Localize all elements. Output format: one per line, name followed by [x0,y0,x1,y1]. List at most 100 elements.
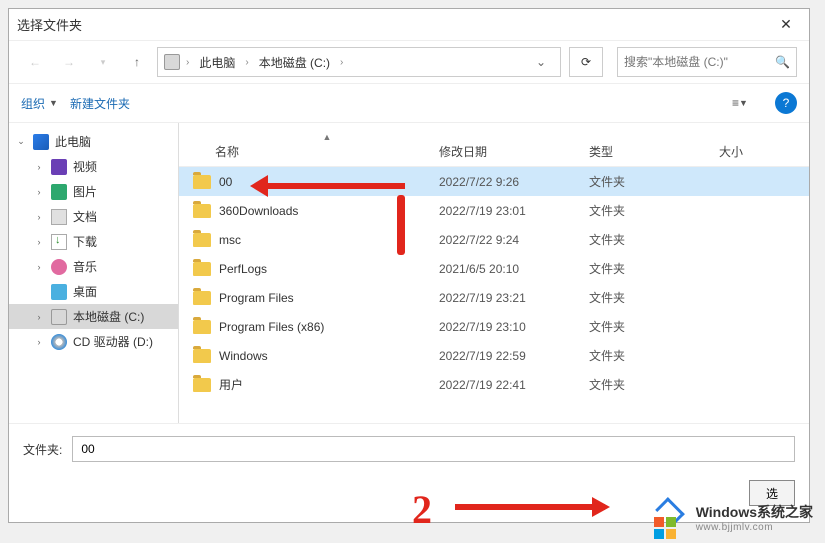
file-row[interactable]: 用户 2022/7/19 22:41 文件夹 [179,370,809,399]
footer: 文件夹: [9,423,809,474]
nav-tree: ⌄此电脑 ›视频 ›图片 ›文档 ›下载 ›音乐 桌面 ›本地磁盘 (C:) ›… [9,123,179,423]
chevron-icon: › [340,57,343,68]
annotation-arrow-2 [455,496,605,518]
titlebar: 选择文件夹 ✕ [9,9,809,41]
search-icon: 🔍 [775,55,790,69]
breadcrumb-pc[interactable]: 此电脑 [195,52,239,73]
file-row[interactable]: PerfLogs 2021/6/5 20:10 文件夹 [179,254,809,283]
col-name[interactable]: ▲名称 [179,129,439,160]
file-type: 文件夹 [589,202,719,219]
refresh-button[interactable]: ⟳ [569,47,603,77]
desktop-icon [51,284,67,300]
file-date: 2022/7/19 22:41 [439,378,589,392]
file-row[interactable]: 00 2022/7/22 9:26 文件夹 [179,167,809,196]
file-name: msc [219,233,439,247]
folder-icon [193,175,211,189]
folder-icon [193,378,211,392]
documents-icon [51,209,67,225]
recent-dropdown[interactable]: ▾ [89,48,117,76]
folder-picker-dialog: 选择文件夹 ✕ ← → ▾ ↑ › 此电脑 › 本地磁盘 (C:) › ⌄ ⟳ … [8,8,810,523]
file-date: 2022/7/19 23:10 [439,320,589,334]
tree-item-desktop[interactable]: 桌面 [9,279,178,304]
music-icon [51,259,67,275]
file-date: 2022/7/22 9:26 [439,175,589,189]
tree-item-drive-c[interactable]: ›本地磁盘 (C:) [9,304,178,329]
file-row[interactable]: Program Files (x86) 2022/7/19 23:10 文件夹 [179,312,809,341]
col-size[interactable]: 大小 [719,129,799,160]
folder-icon [193,233,211,247]
folder-icon [193,349,211,363]
file-row[interactable]: Program Files 2022/7/19 23:21 文件夹 [179,283,809,312]
address-dropdown[interactable]: ⌄ [528,55,554,69]
col-type[interactable]: 类型 [589,129,719,160]
tree-item-pc[interactable]: ⌄此电脑 [9,129,178,154]
drive-icon [51,309,67,325]
drive-icon [164,54,180,70]
tree-item-cd-drive[interactable]: ›CD 驱动器 (D:) [9,329,178,354]
downloads-icon [51,234,67,250]
folder-icon [193,291,211,305]
file-row[interactable]: msc 2022/7/22 9:24 文件夹 [179,225,809,254]
file-type: 文件夹 [589,376,719,393]
file-row[interactable]: 360Downloads 2022/7/19 23:01 文件夹 [179,196,809,225]
file-list: ▲名称 修改日期 类型 大小 00 2022/7/22 9:26 文件夹 360… [179,123,809,423]
annotation-step-number: 2 [412,486,432,533]
file-row[interactable]: Windows 2022/7/19 22:59 文件夹 [179,341,809,370]
help-button[interactable]: ? [775,92,797,114]
watermark: Windows系统之家 www.bjjmlv.com [652,499,813,535]
tree-item-documents[interactable]: ›文档 [9,204,178,229]
annotation-bar [397,195,405,255]
folder-icon [193,320,211,334]
folder-icon [193,262,211,276]
file-date: 2022/7/19 23:21 [439,291,589,305]
tree-item-pictures[interactable]: ›图片 [9,179,178,204]
file-name: 00 [219,175,439,189]
pc-icon [33,134,49,150]
forward-button[interactable]: → [55,48,83,76]
search-box[interactable]: 🔍 [617,47,797,77]
search-input[interactable] [624,55,764,69]
folder-name-input[interactable] [72,436,795,462]
cd-icon [51,334,67,350]
tree-item-music[interactable]: ›音乐 [9,254,178,279]
folder-label: 文件夹: [23,441,62,458]
file-date: 2022/7/19 22:59 [439,349,589,363]
file-name: 360Downloads [219,204,439,218]
file-type: 文件夹 [589,231,719,248]
watermark-logo [652,499,688,535]
file-name: Program Files [219,291,439,305]
watermark-text: Windows系统之家 www.bjjmlv.com [696,502,813,533]
nav-row: ← → ▾ ↑ › 此电脑 › 本地磁盘 (C:) › ⌄ ⟳ 🔍 [9,41,809,83]
folder-icon [193,204,211,218]
video-icon [51,159,67,175]
address-bar[interactable]: › 此电脑 › 本地磁盘 (C:) › ⌄ [157,47,561,77]
column-headers: ▲名称 修改日期 类型 大小 [179,123,809,167]
file-date: 2021/6/5 20:10 [439,262,589,276]
view-options-button[interactable]: ≡ ▼ [723,90,757,116]
file-rows: 00 2022/7/22 9:26 文件夹 360Downloads 2022/… [179,167,809,423]
close-button[interactable]: ✕ [771,16,801,33]
window-title: 选择文件夹 [17,15,82,34]
file-type: 文件夹 [589,173,719,190]
file-name: Windows [219,349,439,363]
file-name: 用户 [219,376,439,393]
file-name: PerfLogs [219,262,439,276]
new-folder-button[interactable]: 新建文件夹 [70,95,130,112]
tree-item-downloads[interactable]: ›下载 [9,229,178,254]
chevron-icon: › [186,57,189,68]
file-type: 文件夹 [589,318,719,335]
file-type: 文件夹 [589,260,719,277]
file-type: 文件夹 [589,347,719,364]
chevron-icon: › [245,57,248,68]
file-type: 文件夹 [589,289,719,306]
pictures-icon [51,184,67,200]
tree-item-videos[interactable]: ›视频 [9,154,178,179]
file-name: Program Files (x86) [219,320,439,334]
up-button[interactable]: ↑ [123,48,151,76]
organize-menu[interactable]: 组织▼ [21,95,58,112]
col-date[interactable]: 修改日期 [439,129,589,160]
dialog-body: ⌄此电脑 ›视频 ›图片 ›文档 ›下载 ›音乐 桌面 ›本地磁盘 (C:) ›… [9,123,809,423]
back-button[interactable]: ← [21,48,49,76]
breadcrumb-drive[interactable]: 本地磁盘 (C:) [255,52,334,73]
file-date: 2022/7/22 9:24 [439,233,589,247]
